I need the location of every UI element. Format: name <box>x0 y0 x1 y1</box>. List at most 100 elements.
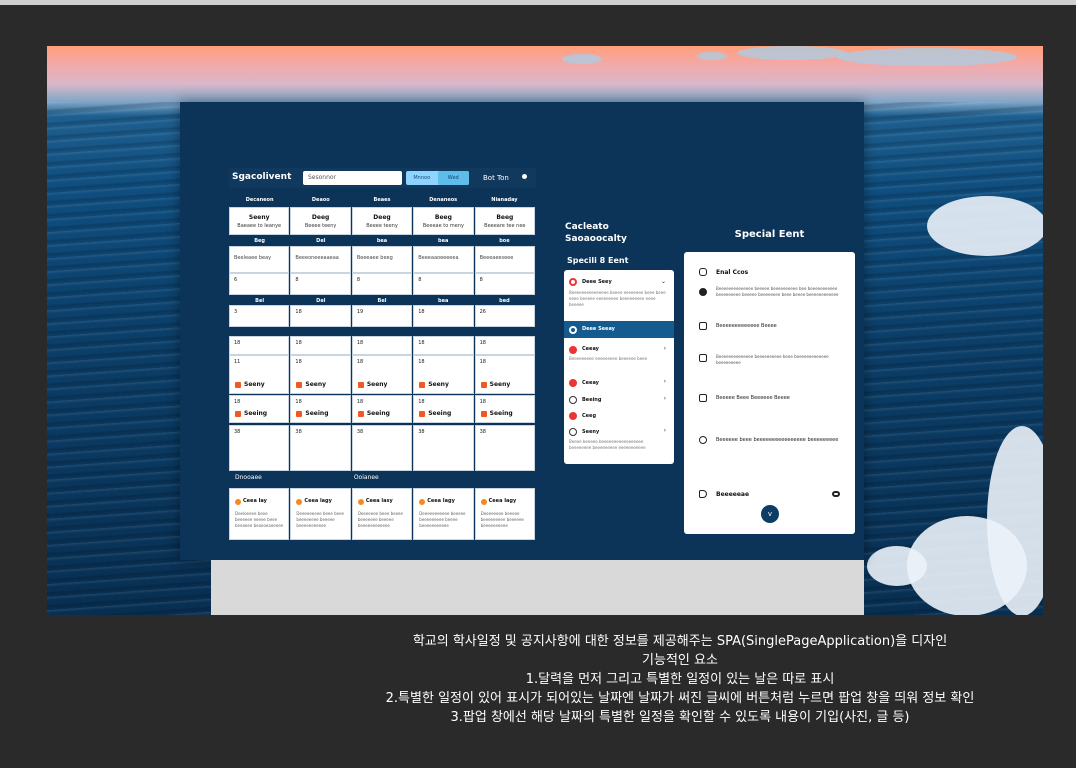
notice-card[interactable]: Ceea Iagy Deeeeeeee beeeee beeeeeeeee bee… <box>474 488 536 540</box>
day-text: Beeeoneeeaaeaa <box>295 255 339 261</box>
special-day-label: Seeing <box>428 410 452 417</box>
calendar-day-cell[interactable]: 18 <box>290 305 351 327</box>
calendar-day-cell[interactable]: 19 <box>351 305 413 327</box>
calendar-day-cell[interactable]: 38 <box>351 425 413 471</box>
notice-card[interactable]: Ceea lagy Deeeeeeeee beee beee beeeeeeee … <box>290 488 351 540</box>
calendar-day-cell[interactable]: Deeg Beeee teeny <box>290 207 351 235</box>
event-list-item[interactable]: Ceeay › <box>564 376 674 392</box>
settings-icon[interactable] <box>522 174 527 179</box>
chevron-right-icon[interactable]: › <box>664 395 666 402</box>
checkbox-icon[interactable] <box>699 394 707 402</box>
toggle-option-month[interactable]: Mnnoo <box>406 171 438 185</box>
calendar-day-cell[interactable]: 8 <box>474 273 536 295</box>
event-list-item[interactable]: Deee Seey ⌄ Beeeeeeeeeeeeeee beeee eeeee… <box>564 270 674 320</box>
event-list-item[interactable]: Ceeay › Beeeeeeeee eeeeeeeee beeeeee bee… <box>564 342 674 372</box>
calendar-day-cell[interactable]: 11 Seeny <box>229 355 290 394</box>
toggle-option-week[interactable]: Wed <box>437 171 469 185</box>
calendar-day-cell[interactable]: 18 <box>290 336 351 355</box>
special-day-button[interactable]: Seeing <box>357 410 390 417</box>
event-list-item[interactable]: Beeing › <box>564 393 674 409</box>
special-day-button[interactable]: Seeing <box>296 410 329 417</box>
checkbox-icon[interactable] <box>699 354 707 362</box>
calendar-day-cell[interactable]: 18 Seeing <box>413 395 474 423</box>
day-number: 11 <box>234 359 241 365</box>
special-day-label: Seeing <box>366 410 390 417</box>
notice-card[interactable]: Ceea lasy Deeeeeee beee beeee beeeeeee be… <box>351 488 413 540</box>
calendar-day-cell[interactable]: 38 <box>413 425 474 471</box>
calendar-day-cell[interactable]: 18 Seeing <box>229 395 290 423</box>
calendar-day-cell[interactable]: Beeeaee beeg <box>351 246 413 273</box>
day-number: 18 <box>295 399 302 405</box>
close-popup-button[interactable]: v <box>761 505 779 523</box>
special-day-button[interactable]: Seeny <box>419 381 449 388</box>
caption-line: 1.달력을 먼저 그리고 특별한 일정이 있는 날은 따로 표시 <box>525 672 835 687</box>
calendar-day-cell[interactable]: 38 <box>474 425 536 471</box>
day-subtitle: Baeaee to Ieanye <box>237 223 282 229</box>
calendar-day-cell[interactable]: 18 Seeny <box>413 355 474 394</box>
view-toggle[interactable]: Mnnoo Wed <box>406 171 469 185</box>
document-icon <box>699 490 707 498</box>
calendar-day-cell[interactable]: 18 Seeing <box>474 395 536 423</box>
calendar-day-cell[interactable]: Beeeaaoeeeeea <box>413 246 474 273</box>
special-day-button[interactable]: Seeny <box>357 381 387 388</box>
toggle-icon[interactable] <box>832 491 840 497</box>
calendar-day-cell[interactable]: 18 <box>229 336 290 355</box>
weekday-header-row: Decaneon Deaoo Beaes Denaneos Nianaday <box>229 195 535 205</box>
week-subheader: Beg <box>254 238 265 244</box>
calendar-day-cell[interactable]: 18 Seeny <box>474 355 536 394</box>
event-marker-icon <box>357 381 364 388</box>
calendar-day-cell[interactable]: 8 <box>290 273 351 295</box>
calendar-day-cell[interactable]: Beeg Beeeare tee nee <box>474 207 536 235</box>
chevron-down-icon[interactable]: ⌄ <box>661 278 666 285</box>
special-day-button[interactable]: Seeing <box>480 410 513 417</box>
weekday-header: Beaes <box>373 197 391 203</box>
special-day-button[interactable]: Seeny <box>480 381 510 388</box>
calendar-day-cell[interactable]: 18 Seeing <box>351 395 413 423</box>
special-day-button[interactable]: Seeny <box>235 381 265 388</box>
special-day-button[interactable]: Seeing <box>419 410 451 417</box>
chevron-right-icon[interactable]: › <box>664 378 666 385</box>
caption-line: 2.특별한 일정이 있어 표시가 되어있는 날짜엔 날짜가 써진 글씨에 버튼처… <box>385 691 975 706</box>
calendar-day-cell[interactable]: 38 <box>290 425 351 471</box>
calendar-day-cell[interactable]: 38 <box>229 425 290 471</box>
event-list-item[interactable]: Ceeg <box>564 409 674 425</box>
calendar-day-cell[interactable]: Deeg Beeee teeny <box>351 207 413 235</box>
calendar-day-cell[interactable]: Beeg Beeeae to meny <box>413 207 474 235</box>
calendar-day-cell[interactable]: 8 <box>413 273 474 295</box>
special-day-button[interactable]: Seeny <box>296 381 326 388</box>
calendar-day-cell[interactable]: Seeny Baeaee to Ieanye <box>229 207 290 235</box>
chevron-right-icon[interactable]: › <box>664 345 666 352</box>
checkbox-icon[interactable] <box>699 322 707 330</box>
notice-body: Deeeeeeeee beee beee beeeeeeee beeeee be… <box>296 511 345 528</box>
settings-label[interactable]: Bot Ton <box>483 174 509 182</box>
calendar-day-cell[interactable]: 3 <box>229 305 290 327</box>
calendar-day-cell[interactable]: 8 <box>351 273 413 295</box>
day-number: 18 <box>479 340 486 346</box>
calendar-day-cell[interactable]: Beeleaee beay <box>229 246 290 273</box>
calendar-day-cell[interactable]: 18 Seeny <box>351 355 413 394</box>
special-day-button[interactable]: Seeing <box>235 410 267 417</box>
search-input[interactable]: Sesonnor <box>303 171 402 185</box>
calendar-week-row: 6 8 8 8 8 <box>229 273 536 295</box>
calendar-day-cell[interactable]: 6 <box>229 273 290 295</box>
wave-foam <box>867 546 927 586</box>
calendar-day-cell[interactable]: Beeeaeeseee <box>474 246 536 273</box>
event-list-item[interactable]: Seeny › Beeee beeeee beeeeeeeeeeeeeeeee … <box>564 425 674 463</box>
calendar-day-cell[interactable]: 18 <box>474 336 536 355</box>
day-number: 8 <box>295 277 299 283</box>
chevron-right-icon[interactable]: › <box>664 427 666 434</box>
calendar-day-cell[interactable]: 18 Seeny <box>290 355 351 394</box>
calendar-day-cell[interactable]: 18 Seeing <box>290 395 351 423</box>
notice-card[interactable]: Ceea Iagy Deeeeeeeeeee beeeee beeeeeeeee … <box>413 488 474 540</box>
calendar-day-cell[interactable]: 26 <box>474 305 536 327</box>
special-day-label: Seeing <box>489 410 513 417</box>
event-title: Ceeay <box>582 346 599 352</box>
calendar-day-cell[interactable]: Beeeoneeeaaeaa <box>290 246 351 273</box>
checkbox-icon[interactable] <box>699 268 707 276</box>
event-list-item-selected[interactable]: Deee Seeay <box>564 321 674 338</box>
notice-card[interactable]: Ceea Iay Deeloeeee beoe beeeeee eeeee bee… <box>229 488 290 540</box>
caption-line: 기능적인 요소 <box>642 653 718 668</box>
calendar-day-cell[interactable]: 18 <box>351 336 413 355</box>
calendar-day-cell[interactable]: 18 <box>413 305 474 327</box>
calendar-day-cell[interactable]: 18 <box>413 336 474 355</box>
